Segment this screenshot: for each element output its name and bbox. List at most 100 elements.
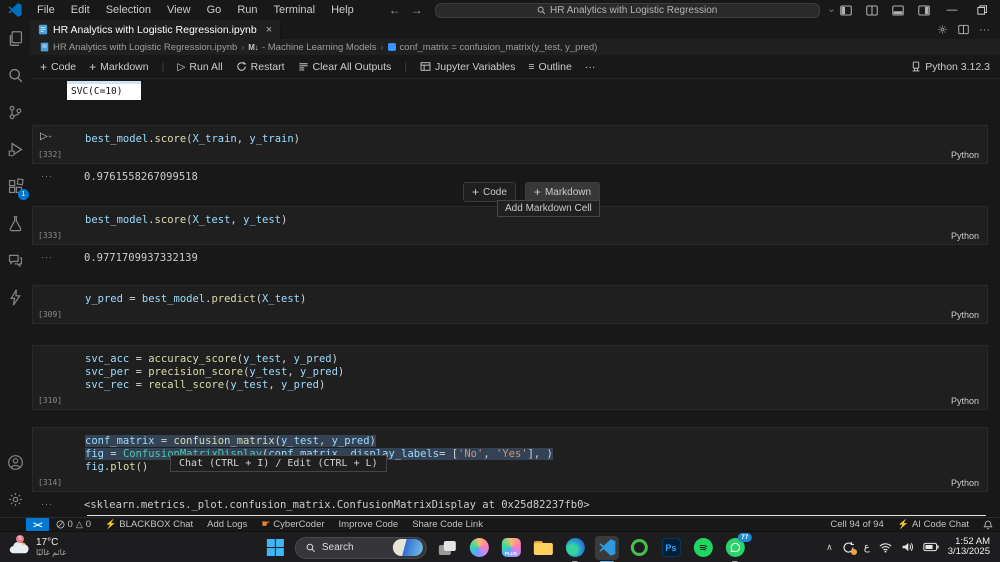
cell-language-label[interactable]: Python bbox=[951, 231, 979, 241]
run-debug-icon[interactable] bbox=[3, 137, 27, 161]
explorer-icon[interactable] bbox=[3, 26, 27, 50]
cell-position-indicator[interactable]: Cell 94 of 94 bbox=[823, 519, 890, 530]
breadcrumb: HR Analytics with Logistic Regression.ip… bbox=[30, 39, 1000, 55]
cell-editor[interactable]: y_pred = best_model.predict(X_test) Pytho… bbox=[66, 286, 987, 323]
search-icon[interactable] bbox=[3, 63, 27, 87]
edge-button[interactable] bbox=[563, 536, 587, 562]
improve-code-button[interactable]: Improve Code bbox=[332, 519, 406, 530]
cell-language-label[interactable]: Python bbox=[951, 396, 979, 406]
testing-icon[interactable] bbox=[3, 211, 27, 235]
search-icon bbox=[537, 6, 546, 14]
wifi-icon[interactable] bbox=[879, 542, 892, 553]
menu-view[interactable]: View bbox=[160, 2, 198, 18]
tray-chevron-up-icon[interactable]: ∧ bbox=[826, 542, 833, 553]
file-explorer-button[interactable] bbox=[531, 536, 555, 560]
weather-widget[interactable]: S 17°C غائم غالبًا bbox=[0, 535, 66, 557]
clear-outputs-button[interactable]: Clear All Outputs bbox=[298, 61, 391, 73]
source-control-icon[interactable] bbox=[3, 100, 27, 124]
restart-button[interactable]: Restart bbox=[236, 61, 285, 73]
split-editor-icon[interactable] bbox=[958, 24, 969, 35]
cell-editor[interactable]: svc_acc = accuracy_score(y_test, y_pred)… bbox=[66, 346, 987, 409]
menu-terminal[interactable]: Terminal bbox=[267, 2, 323, 18]
bolt-icon: ⚡ bbox=[105, 519, 117, 529]
search-highlight-image[interactable] bbox=[392, 539, 423, 556]
battery-icon[interactable] bbox=[923, 542, 939, 552]
add-code-cell-button[interactable]: + Code bbox=[40, 60, 76, 74]
account-icon[interactable] bbox=[3, 450, 27, 474]
breadcrumb-file[interactable]: HR Analytics with Logistic Regression.ip… bbox=[53, 42, 237, 53]
problems-indicator[interactable]: 0 △ 0 bbox=[49, 519, 99, 530]
vscode-button[interactable] bbox=[594, 535, 619, 562]
breadcrumb-section[interactable]: - Machine Learning Models bbox=[262, 42, 377, 53]
breadcrumb-symbol[interactable]: conf_matrix = confusion_matrix(y_test, y… bbox=[400, 42, 598, 53]
menu-go[interactable]: Go bbox=[200, 2, 229, 18]
spotify-button[interactable] bbox=[691, 536, 715, 560]
task-view-button[interactable] bbox=[435, 536, 459, 560]
ai-code-chat-button[interactable]: ⚡ AI Code Chat bbox=[891, 519, 976, 530]
volume-icon[interactable] bbox=[901, 541, 914, 553]
cell-editor[interactable]: best_model.score(X_train, y_train) Python bbox=[66, 126, 987, 163]
split-editor-icon[interactable] bbox=[859, 1, 885, 19]
comments-icon[interactable] bbox=[3, 248, 27, 272]
start-button[interactable] bbox=[263, 536, 287, 560]
share-code-link-button[interactable]: Share Code Link bbox=[405, 519, 490, 530]
output-more-button[interactable]: ··· bbox=[32, 168, 65, 186]
cell-language-label[interactable]: Python bbox=[951, 310, 979, 320]
photoshop-button[interactable]: Ps bbox=[659, 536, 683, 560]
whatsapp-button[interactable]: 77 bbox=[723, 533, 752, 562]
recorder-app-button[interactable] bbox=[627, 536, 651, 560]
tab-notebook[interactable]: HR Analytics with Logistic Regression.ip… bbox=[30, 20, 282, 39]
cybercoder-button[interactable]: ☛ CyberCoder bbox=[254, 519, 331, 530]
notebook-cell[interactable]: [310] svc_acc = accuracy_score(y_test, y_… bbox=[32, 345, 988, 410]
blackbox-chat-button[interactable]: ⚡ BLACKBOX Chat bbox=[98, 519, 200, 530]
insert-markdown-cell-button[interactable]: + Markdown bbox=[524, 182, 601, 202]
restore-button[interactable] bbox=[967, 0, 997, 20]
remote-indicator[interactable]: >< bbox=[26, 517, 49, 532]
svc-estimator-output[interactable]: SVC(C=10) bbox=[67, 81, 141, 100]
nav-back-icon[interactable]: ← bbox=[389, 3, 401, 17]
inline-chat-hint[interactable]: Chat (CTRL + I) / Edit (CTRL + L) bbox=[170, 455, 387, 472]
notifications-bell-icon[interactable] bbox=[976, 520, 1000, 530]
vscode-logo-icon bbox=[8, 3, 22, 17]
run-cell-button[interactable]: ▷ › bbox=[40, 131, 55, 142]
insert-code-cell-button[interactable]: + Code bbox=[463, 182, 516, 202]
toolbar-more-icon[interactable]: ··· bbox=[585, 61, 596, 73]
output-more-button[interactable]: ··· bbox=[32, 249, 65, 267]
clock[interactable]: 1:52 AM 3/13/2025 bbox=[948, 537, 990, 557]
menu-edit[interactable]: Edit bbox=[64, 2, 97, 18]
cell-language-label[interactable]: Python bbox=[951, 150, 979, 160]
notebook-cell[interactable]: [309] y_pred = best_model.predict(X_test)… bbox=[32, 285, 988, 324]
taskbar-search[interactable]: Search bbox=[294, 536, 427, 559]
minimize-button[interactable]: — bbox=[937, 0, 967, 20]
menu-run[interactable]: Run bbox=[230, 2, 264, 18]
menu-help[interactable]: Help bbox=[324, 2, 361, 18]
add-markdown-cell-button[interactable]: + Markdown bbox=[89, 60, 148, 74]
sync-tray-icon[interactable] bbox=[842, 541, 857, 555]
cell-output: ··· <sklearn.metrics._plot.confusion_matr… bbox=[32, 496, 988, 514]
kernel-icon bbox=[912, 61, 920, 72]
jupyter-variables-button[interactable]: Jupyter Variables bbox=[420, 61, 515, 73]
output-more-button[interactable]: ··· bbox=[32, 496, 65, 514]
toggle-panel-bottom-icon[interactable] bbox=[885, 1, 911, 19]
menu-selection[interactable]: Selection bbox=[99, 2, 158, 18]
settings-gear-icon[interactable] bbox=[3, 487, 27, 511]
menu-file[interactable]: File bbox=[30, 2, 62, 18]
notebook-settings-gear-icon[interactable] bbox=[937, 24, 948, 35]
blackbox-lightning-icon[interactable] bbox=[3, 285, 27, 309]
tab-close-icon[interactable]: × bbox=[266, 24, 272, 36]
more-actions-icon[interactable]: ··· bbox=[979, 24, 990, 36]
chevron-down-icon[interactable]: › bbox=[826, 8, 837, 11]
outline-button[interactable]: ≡ Outline bbox=[528, 61, 571, 73]
toggle-panel-right-icon[interactable] bbox=[911, 1, 937, 19]
copilot-app-button[interactable] bbox=[467, 536, 491, 560]
extensions-icon[interactable]: 1 bbox=[3, 174, 29, 200]
keyboard-language-indicator[interactable]: ع bbox=[864, 542, 870, 553]
notebook-cell[interactable]: ▷ › [332] best_model.score(X_train, y_train… bbox=[32, 125, 988, 164]
run-all-button[interactable]: ▷ Run All bbox=[177, 61, 222, 73]
cell-language-label[interactable]: Python bbox=[951, 478, 979, 488]
copilot-plus-button[interactable]: PLUS bbox=[499, 536, 523, 560]
add-logs-button[interactable]: Add Logs bbox=[200, 519, 254, 530]
command-center-search[interactable]: HR Analytics with Logistic Regression bbox=[434, 2, 820, 18]
kernel-picker[interactable]: Python 3.12.3 bbox=[911, 61, 990, 73]
nav-forward-icon[interactable]: → bbox=[411, 3, 423, 17]
